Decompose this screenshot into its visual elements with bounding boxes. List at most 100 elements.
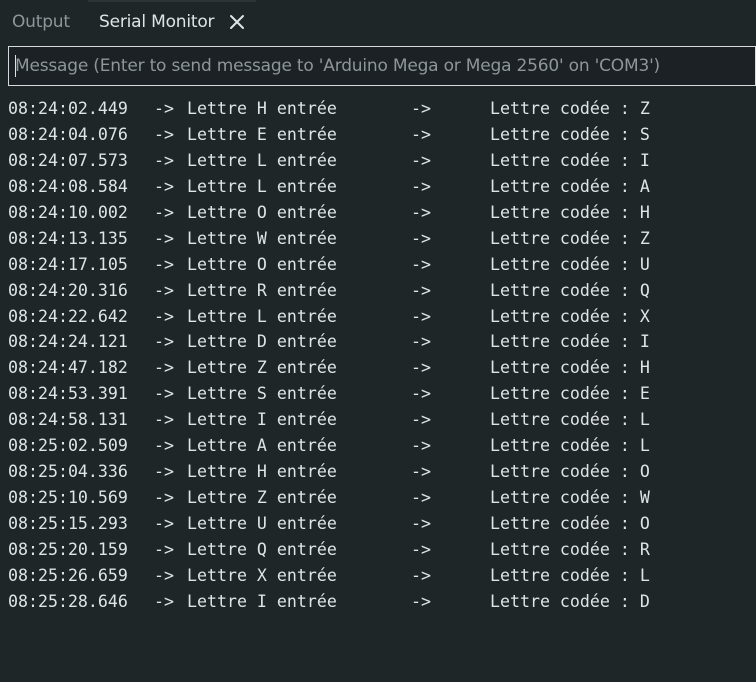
log-arrow: ->	[411, 488, 431, 508]
log-timestamp: 08:25:26.659	[8, 565, 128, 585]
panel-tab-bar: Output Serial Monitor	[0, 0, 756, 44]
log-timestamp: 08:24:02.449	[8, 99, 128, 118]
log-entry-text: Lettre Z entrée	[187, 488, 337, 508]
log-timestamp: 08:24:07.573	[8, 150, 128, 170]
log-timestamp: 08:24:22.642	[8, 306, 128, 326]
log-arrow: ->	[154, 462, 174, 482]
log-arrow: ->	[154, 99, 174, 118]
tab-serial-monitor-label: Serial Monitor	[99, 12, 215, 32]
log-line: 08:25:28.646 -> Lettre I entrée -> Lettre co…	[8, 589, 756, 615]
log-arrow: ->	[411, 124, 431, 144]
log-timestamp: 08:24:47.182	[8, 358, 128, 378]
log-entry-text: Lettre X entrée	[187, 565, 337, 585]
log-line: 08:24:22.642 -> Lettre L entrée -> Lettre co…	[8, 304, 756, 330]
log-entry-text: Lettre W entrée	[187, 228, 337, 248]
log-arrow: ->	[154, 280, 174, 300]
log-entry-text: Lettre I entrée	[187, 410, 337, 430]
log-entry-text: Lettre Q entrée	[187, 539, 337, 559]
log-coded-text: Lettre codée : A	[490, 176, 650, 196]
log-arrow: ->	[154, 565, 174, 585]
log-arrow: ->	[154, 410, 174, 430]
message-input-container	[8, 46, 756, 86]
log-line: 08:24:07.573 -> Lettre L entrée -> Lettre co…	[8, 148, 756, 174]
log-timestamp: 08:24:10.002	[8, 202, 128, 222]
log-arrow: ->	[411, 462, 431, 482]
log-entry-text: Lettre L entrée	[187, 306, 337, 326]
log-coded-text: Lettre codée : E	[490, 384, 650, 404]
log-coded-text: Lettre codée : I	[490, 332, 650, 352]
log-entry-text: Lettre E entrée	[187, 124, 337, 144]
log-arrow: ->	[411, 150, 431, 170]
log-arrow: ->	[411, 332, 431, 352]
log-coded-text: Lettre codée : S	[490, 124, 650, 144]
log-timestamp: 08:24:20.316	[8, 280, 128, 300]
tab-serial-monitor[interactable]: Serial Monitor	[88, 0, 256, 44]
log-entry-text: Lettre S entrée	[187, 384, 337, 404]
log-entry-text: Lettre I entrée	[187, 591, 337, 611]
log-arrow: ->	[411, 358, 431, 378]
log-arrow: ->	[154, 514, 174, 533]
log-line: 08:25:26.659 -> Lettre X entrée -> Lettre co…	[8, 563, 756, 589]
log-arrow: ->	[154, 591, 174, 611]
log-timestamp: 08:25:20.159	[8, 539, 128, 559]
log-entry-text: Lettre U entrée	[187, 514, 337, 533]
log-arrow: ->	[154, 488, 174, 508]
log-arrow: ->	[411, 176, 431, 196]
log-arrow: ->	[411, 228, 431, 248]
log-entry-text: Lettre A entrée	[187, 436, 337, 456]
log-coded-text: Lettre codée : O	[490, 462, 650, 482]
close-icon[interactable]	[228, 13, 246, 31]
log-entry-text: Lettre L entrée	[187, 150, 337, 170]
log-arrow: ->	[154, 124, 174, 144]
log-line: 08:24:20.316 -> Lettre R entrée -> Lettre co…	[8, 278, 756, 304]
log-line: 08:24:24.121 -> Lettre D entrée -> Lettre co…	[8, 329, 756, 355]
log-arrow: ->	[154, 436, 174, 456]
log-arrow: ->	[154, 332, 174, 352]
tab-output[interactable]: Output	[12, 0, 70, 44]
log-arrow: ->	[411, 254, 431, 274]
log-arrow: ->	[411, 202, 431, 222]
log-line: 08:24:17.105 -> Lettre O entrée -> Lettre co…	[8, 252, 756, 278]
log-coded-text: Lettre codée : L	[490, 565, 650, 585]
log-timestamp: 08:25:15.293	[8, 514, 128, 533]
log-line: 08:24:04.076 -> Lettre E entrée -> Lettre co…	[8, 122, 756, 148]
log-coded-text: Lettre codée : X	[490, 306, 650, 326]
log-arrow: ->	[411, 591, 431, 611]
log-timestamp: 08:24:53.391	[8, 384, 128, 404]
log-coded-text: Lettre codée : O	[490, 514, 650, 533]
log-timestamp: 08:25:28.646	[8, 591, 128, 611]
log-entry-text: Lettre L entrée	[187, 176, 337, 196]
log-line: 08:24:58.131 -> Lettre I entrée -> Lettre co…	[8, 407, 756, 433]
log-coded-text: Lettre codée : I	[490, 150, 650, 170]
log-line: 08:25:02.509 -> Lettre A entrée -> Lettre co…	[8, 433, 756, 459]
log-entry-text: Lettre H entrée	[187, 99, 337, 118]
log-timestamp: 08:24:17.105	[8, 254, 128, 274]
log-arrow: ->	[154, 202, 174, 222]
log-arrow: ->	[154, 384, 174, 404]
log-coded-text: Lettre codée : H	[490, 358, 650, 378]
log-line: 08:25:10.569 -> Lettre Z entrée -> Lettre co…	[8, 485, 756, 511]
log-arrow: ->	[154, 176, 174, 196]
log-line: 08:25:20.159 -> Lettre Q entrée -> Lettre co…	[8, 537, 756, 563]
log-line: 08:25:15.293 -> Lettre U entrée -> Lettre co…	[8, 511, 756, 537]
log-line: 08:25:04.336 -> Lettre H entrée -> Lettre co…	[8, 459, 756, 485]
log-timestamp: 08:24:13.135	[8, 228, 128, 248]
log-entry-text: Lettre O entrée	[187, 254, 337, 274]
text-caret	[15, 55, 16, 77]
log-coded-text: Lettre codée : W	[490, 488, 650, 508]
log-coded-text: Lettre codée : D	[490, 591, 650, 611]
log-timestamp: 08:25:02.509	[8, 436, 128, 456]
log-line: 08:24:02.449 -> Lettre H entrée -> Lettre co…	[8, 96, 756, 122]
log-arrow: ->	[411, 99, 431, 118]
log-entry-text: Lettre D entrée	[187, 332, 337, 352]
log-timestamp: 08:24:58.131	[8, 410, 128, 430]
log-entry-text: Lettre O entrée	[187, 202, 337, 222]
active-tab-indicator	[88, 0, 256, 2]
log-timestamp: 08:25:10.569	[8, 488, 128, 508]
log-coded-text: Lettre codée : R	[490, 539, 650, 559]
log-timestamp: 08:24:08.584	[8, 176, 128, 196]
message-input[interactable]	[15, 47, 745, 85]
log-coded-text: Lettre codée : L	[490, 410, 650, 430]
log-timestamp: 08:25:04.336	[8, 462, 128, 482]
log-entry-text: Lettre H entrée	[187, 462, 337, 482]
